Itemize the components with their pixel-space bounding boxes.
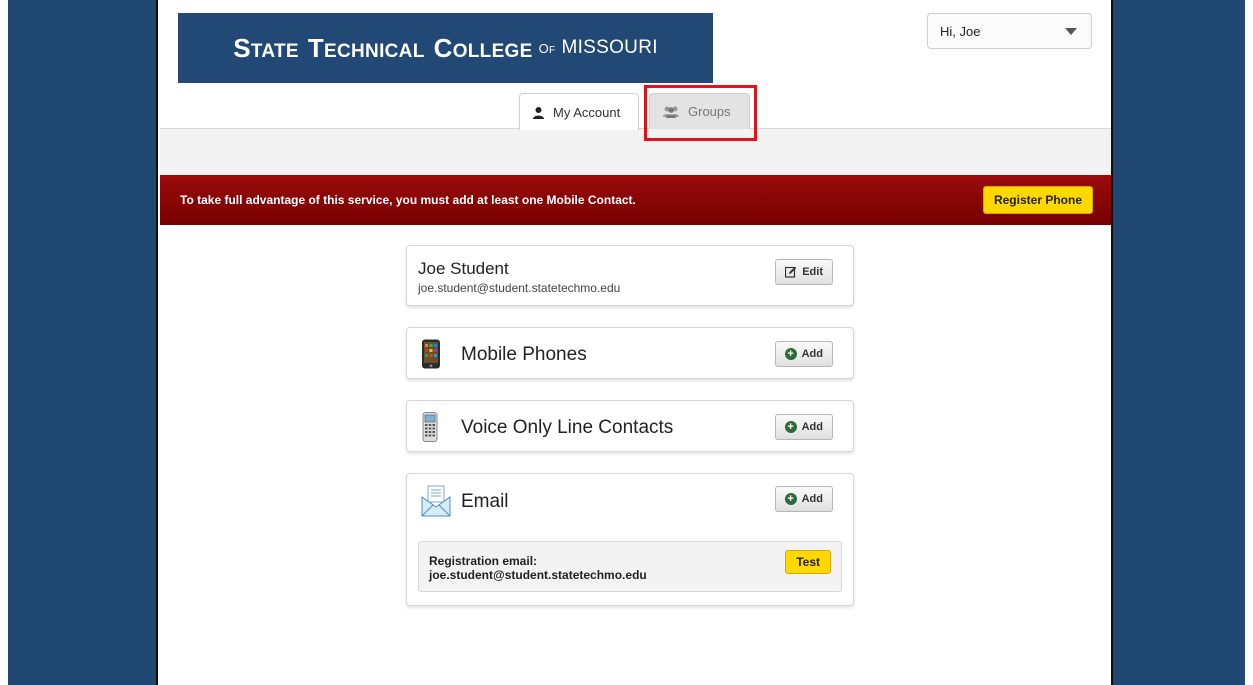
logo-college: COLLEGE [433, 32, 533, 63]
profile-card: Joe Student joe.student@student.statetec… [406, 245, 854, 306]
voice-contacts-card: Voice Only Line Contacts + Add [406, 400, 854, 452]
registration-email-label: Registration email: [429, 554, 538, 568]
user-greeting: Hi, Joe [940, 23, 981, 39]
profile-name: Joe Student [418, 259, 509, 278]
logo-technical: TECHNICAL [307, 32, 425, 63]
envelope-icon [421, 485, 451, 517]
mobile-phone-icon [422, 339, 440, 369]
caret-down-icon [1065, 27, 1077, 35]
add-mobile-label: Add [801, 348, 823, 360]
college-logo[interactable]: STATE TECHNICAL COLLEGE OF MISSOURI [178, 13, 713, 83]
groups-tab-highlight [644, 85, 757, 141]
mobile-phones-card: Mobile Phones + Add [406, 327, 854, 379]
edit-icon [785, 266, 797, 278]
page-edge-right [1245, 0, 1253, 685]
subheader-band [160, 129, 1111, 175]
add-email-button[interactable]: + Add [774, 486, 833, 512]
main-content: STATE TECHNICAL COLLEGE OF MISSOURI Hi, … [160, 0, 1111, 685]
plus-circle-icon: + [784, 493, 797, 505]
user-icon [533, 106, 544, 119]
profile-email: joe.student@student.statetechmo.edu [418, 281, 621, 295]
registration-email-value: joe.student@student.statetechmo.edu [429, 568, 647, 582]
add-voice-button[interactable]: + Add [774, 414, 833, 440]
plus-circle-icon: + [784, 421, 797, 433]
tab-my-account-label: My Account [553, 104, 621, 120]
edit-profile-button[interactable]: Edit [775, 259, 833, 285]
logo-of: OF [538, 40, 556, 56]
registration-email-box: Registration email: joe.student@student.… [418, 541, 842, 592]
landline-phone-icon [422, 412, 438, 442]
mobile-phones-title: Mobile Phones [461, 344, 587, 365]
tab-my-account[interactable]: My Account [519, 93, 639, 130]
logo-state: STATE [233, 32, 299, 63]
mobile-contact-alert: To take full advantage of this service, … [160, 175, 1111, 225]
add-voice-label: Add [801, 421, 823, 433]
left-background-panel [8, 0, 158, 685]
page-edge-left [0, 0, 8, 685]
edit-label: Edit [802, 266, 823, 278]
plus-circle-icon: + [784, 348, 797, 360]
user-menu-dropdown[interactable]: Hi, Joe [927, 13, 1092, 49]
register-phone-button[interactable]: Register Phone [982, 186, 1093, 214]
test-email-button[interactable]: Test [785, 550, 831, 574]
email-title: Email [461, 491, 509, 512]
email-card: Email + Add Registration email: joe.stud… [406, 473, 854, 606]
right-background-panel [1111, 0, 1245, 685]
logo-missouri: MISSOURI [561, 37, 658, 58]
add-email-label: Add [801, 493, 823, 505]
alert-message: To take full advantage of this service, … [180, 193, 636, 207]
voice-contacts-title: Voice Only Line Contacts [461, 417, 674, 438]
add-mobile-button[interactable]: + Add [774, 341, 833, 367]
